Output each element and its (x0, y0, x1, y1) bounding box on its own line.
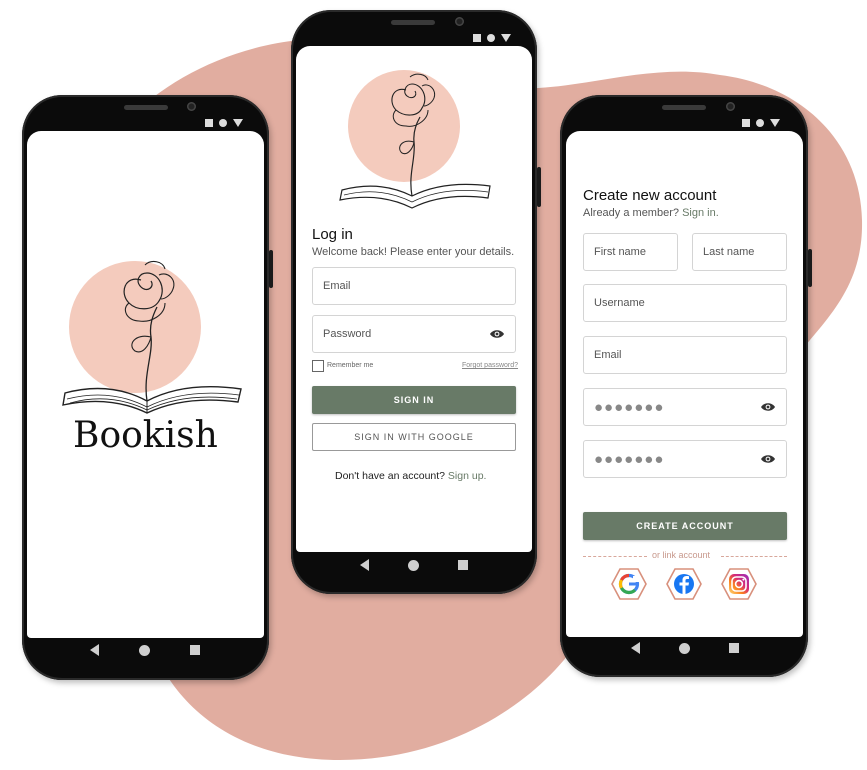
android-nav-bar (90, 644, 200, 656)
back-icon[interactable] (631, 642, 640, 654)
phone-side-button (808, 249, 812, 287)
password-mask: ●●●●●●● (594, 398, 665, 416)
login-screen: Log in Welcome back! Please enter your d… (296, 46, 532, 552)
home-icon[interactable] (408, 559, 419, 571)
sign-in-google-button[interactable]: SIGN IN WITH GOOGLE (312, 423, 516, 451)
android-nav-bar (360, 559, 468, 571)
phone-speaker (391, 20, 435, 25)
status-signal-icon (501, 34, 511, 42)
divider-right (721, 556, 787, 557)
sign-in-button[interactable]: SIGN IN (312, 386, 516, 414)
status-square-icon (473, 34, 481, 42)
instagram-icon[interactable] (721, 568, 757, 600)
phone-signup: Create new account Already a member? Sig… (560, 95, 812, 677)
sign-up-link[interactable]: Sign up. (448, 470, 487, 482)
login-title: Log in (312, 226, 353, 243)
signup-title: Create new account (583, 187, 717, 204)
phone-login: Log in Welcome back! Please enter your d… (291, 10, 541, 594)
phone-speaker (124, 105, 168, 110)
status-signal-icon (233, 119, 243, 127)
status-signal-icon (770, 119, 780, 127)
status-square-icon (742, 119, 750, 127)
status-dot-icon (756, 119, 764, 127)
email-field[interactable]: Email (312, 267, 516, 305)
eye-icon[interactable] (760, 454, 776, 465)
google-icon[interactable] (611, 568, 647, 600)
status-square-icon (205, 119, 213, 127)
android-nav-bar (631, 642, 739, 654)
book-rose-logo (339, 70, 491, 209)
email-field[interactable]: Email (583, 336, 787, 374)
phone-camera (455, 17, 464, 26)
confirm-password-mask: ●●●●●●● (594, 450, 665, 468)
status-dot-icon (487, 34, 495, 42)
last-name-field[interactable]: Last name (692, 233, 787, 271)
email-placeholder: Email (323, 280, 351, 292)
eye-icon[interactable] (489, 329, 505, 340)
create-account-button[interactable]: CREATE ACCOUNT (583, 512, 787, 540)
phone-splash: Bookish (22, 95, 273, 680)
recent-apps-icon[interactable] (729, 643, 739, 653)
forgot-password-link[interactable]: Forgot password? (462, 362, 518, 369)
signup-screen: Create new account Already a member? Sig… (566, 131, 803, 637)
password-field[interactable]: Password (312, 315, 516, 353)
status-bar (742, 119, 780, 127)
confirm-password-field[interactable]: ●●●●●●● (583, 440, 787, 478)
phone-speaker (662, 105, 706, 110)
sign-in-link[interactable]: Sign in. (682, 207, 719, 219)
book-rose-logo (62, 260, 242, 414)
status-bar (205, 119, 243, 127)
status-dot-icon (219, 119, 227, 127)
app-name-title: Bookish (73, 415, 218, 456)
remember-me-label: Remember me (327, 362, 374, 369)
last-name-placeholder: Last name (703, 246, 755, 258)
first-name-placeholder: First name (594, 246, 646, 258)
first-name-field[interactable]: First name (583, 233, 678, 271)
back-icon[interactable] (90, 644, 99, 656)
facebook-icon[interactable] (666, 568, 702, 600)
splash-screen: Bookish (27, 131, 264, 638)
phone-side-button (537, 167, 541, 207)
home-icon[interactable] (679, 642, 690, 654)
status-bar (473, 34, 511, 42)
or-link-account-text: or link account (652, 550, 711, 560)
username-placeholder: Username (594, 297, 645, 309)
phone-camera (187, 102, 196, 111)
phone-camera (726, 102, 735, 111)
no-account-text: Don't have an account? (335, 470, 445, 482)
back-icon[interactable] (360, 559, 369, 571)
password-placeholder: Password (323, 328, 372, 340)
password-field[interactable]: ●●●●●●● (583, 388, 787, 426)
login-subtitle: Welcome back! Please enter your details. (312, 246, 515, 258)
divider-left (583, 556, 647, 557)
email-placeholder: Email (594, 349, 622, 361)
recent-apps-icon[interactable] (190, 645, 200, 655)
home-icon[interactable] (139, 644, 150, 656)
eye-icon[interactable] (760, 402, 776, 413)
signup-prompt: Don't have an account? Sign up. (335, 470, 486, 482)
remember-me-checkbox[interactable] (312, 360, 324, 372)
phone-side-button (269, 250, 273, 288)
username-field[interactable]: Username (583, 284, 787, 322)
member-prompt: Already a member? Sign in. (583, 207, 719, 219)
recent-apps-icon[interactable] (458, 560, 468, 570)
member-text: Already a member? (583, 207, 679, 219)
